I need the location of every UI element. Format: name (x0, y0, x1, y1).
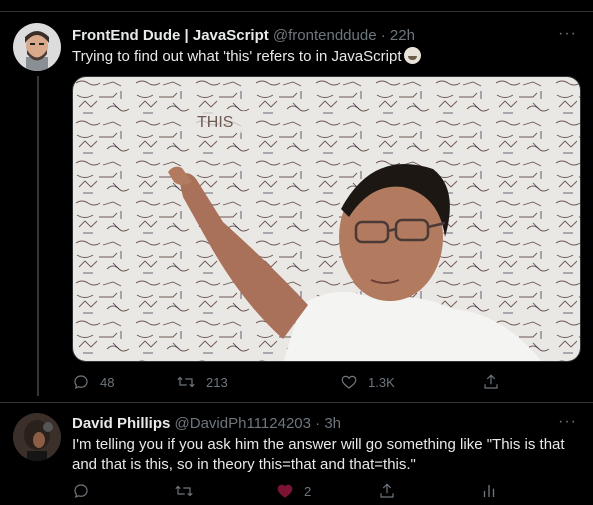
reply-count: 48 (100, 374, 115, 390)
like-count: 2 (304, 483, 312, 499)
thread-connector-line (37, 76, 39, 396)
separator: · (380, 27, 386, 44)
media-handwriting-this: THIS (197, 114, 233, 131)
grinning-sweat-emoji-icon (404, 47, 422, 64)
author-name[interactable]: FrontEnd Dude | JavaScript (72, 27, 269, 44)
tweet-2-header: David Phillips @DavidPh11124203 · 3h (72, 415, 341, 432)
share-icon (380, 483, 394, 498)
share-button[interactable] (378, 482, 396, 500)
share-button[interactable] (482, 373, 500, 391)
retweet-icon (175, 485, 193, 497)
more-icon[interactable]: ··· (558, 25, 577, 43)
timestamp[interactable]: 3h (324, 415, 341, 432)
share-icon (484, 374, 498, 389)
author-handle[interactable]: @DavidPh11124203 (175, 415, 311, 432)
reply-icon (74, 375, 88, 390)
tweet-text: Trying to find out what 'this' refers to… (72, 48, 402, 65)
author-handle[interactable]: @frontenddude (273, 27, 377, 44)
tweet-1-header: FrontEnd Dude | JavaScript @frontenddude… (72, 27, 415, 44)
more-icon[interactable]: ··· (558, 413, 577, 431)
tweet-2-text: I'm telling you if you ask him the answe… (72, 436, 565, 473)
like-icon (341, 375, 357, 389)
analytics-icon (483, 485, 495, 497)
tweet-2-actions: 2 (72, 482, 512, 502)
reply-button[interactable]: 48 (72, 373, 114, 391)
top-divider (0, 11, 593, 12)
reply-button[interactable] (72, 482, 90, 500)
tweet-1-media-image[interactable]: THIS (72, 76, 581, 362)
retweet-button[interactable]: 213 (176, 373, 228, 391)
retweet-icon (177, 376, 195, 388)
retweet-button[interactable] (174, 482, 194, 500)
reply-icon (74, 484, 88, 499)
like-count: 1.3K (368, 374, 395, 390)
tweet-divider (0, 402, 593, 403)
like-icon (277, 484, 293, 498)
avatar-davidphillips[interactable] (13, 413, 61, 461)
separator: · (315, 415, 321, 432)
like-button[interactable]: 2 (276, 482, 311, 500)
author-name[interactable]: David Phillips (72, 415, 170, 432)
like-button[interactable]: 1.3K (340, 373, 395, 391)
timestamp[interactable]: 22h (390, 27, 415, 44)
avatar-frontenddude[interactable] (13, 23, 61, 71)
tweet-1-actions: 48 213 1.3K (72, 373, 512, 393)
analytics-button[interactable] (480, 482, 498, 500)
retweet-count: 213 (206, 374, 228, 390)
tweet-1-text: Trying to find out what 'this' refers to… (72, 47, 572, 67)
